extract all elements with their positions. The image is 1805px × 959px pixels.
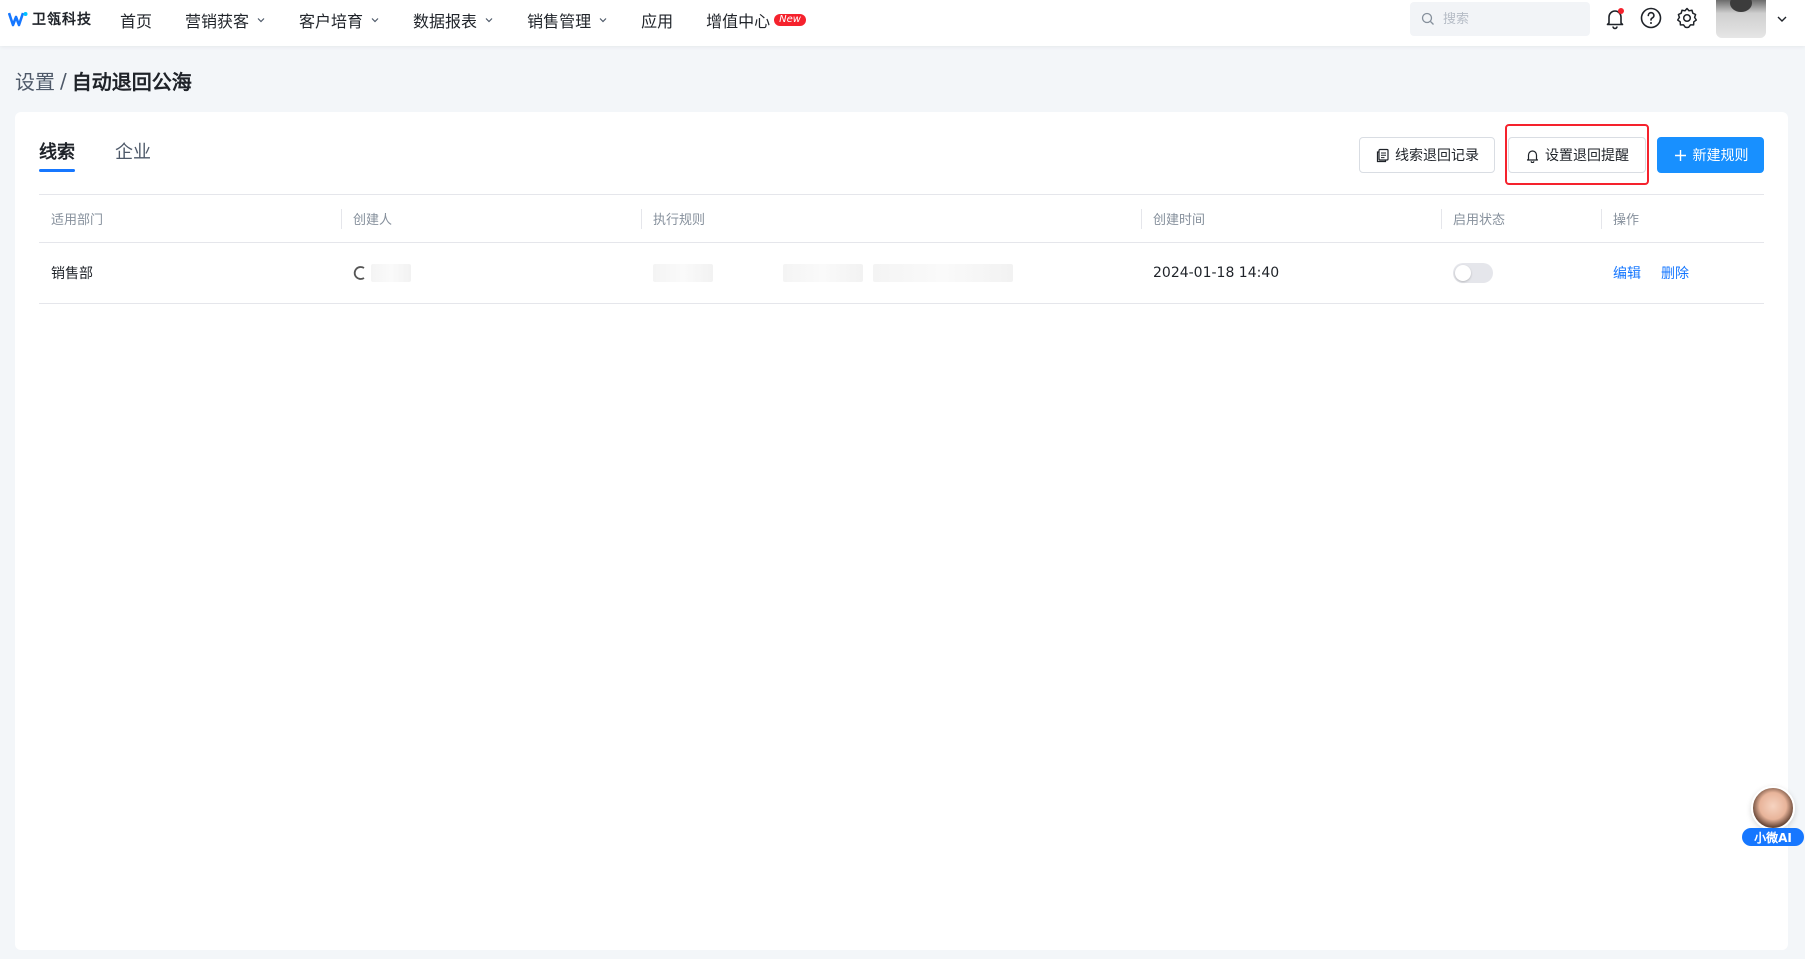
cell-created-time: 2024-01-18 14:40 bbox=[1153, 265, 1280, 281]
new-rule-button[interactable]: 新建规则 bbox=[1657, 137, 1764, 173]
column-header-actions: 操作 bbox=[1601, 195, 1764, 243]
help-icon[interactable] bbox=[1639, 6, 1663, 30]
user-menu[interactable] bbox=[1716, 0, 1804, 38]
table-row: 销售部 2024-01-18 14:40 编辑 删除 bbox=[39, 243, 1764, 304]
global-search bbox=[1410, 2, 1590, 36]
search-input[interactable] bbox=[1443, 11, 1573, 27]
bell-icon bbox=[1526, 149, 1539, 163]
tab-leads[interactable]: 线索 bbox=[39, 138, 75, 172]
nav-item-label: 数据报表 bbox=[413, 12, 478, 31]
redacted-rule-text bbox=[653, 264, 1013, 282]
redacted-segment bbox=[783, 264, 863, 282]
new-badge: New bbox=[774, 14, 806, 26]
tab-companies[interactable]: 企业 bbox=[115, 138, 151, 172]
nav-item-nurture[interactable]: 客户培育 bbox=[299, 8, 380, 32]
ai-assistant-launcher[interactable]: 小微AI bbox=[1742, 786, 1804, 846]
column-header-rule: 执行规则 bbox=[641, 195, 1141, 243]
nav-item-label: 应用 bbox=[641, 12, 674, 31]
column-header-created-time: 创建时间 bbox=[1141, 195, 1441, 243]
button-label: 新建规则 bbox=[1692, 148, 1749, 164]
brand-name: 卫瓴科技 bbox=[32, 12, 92, 28]
gear-icon[interactable] bbox=[1675, 6, 1699, 30]
nav-item-sales[interactable]: 销售管理 bbox=[527, 8, 608, 32]
breadcrumb-parent[interactable]: 设置 bbox=[15, 66, 55, 95]
redacted-creator-avatar bbox=[353, 266, 365, 280]
brand-logo-icon bbox=[8, 12, 28, 27]
redacted-creator-name bbox=[371, 264, 411, 282]
ai-assistant-avatar bbox=[1751, 786, 1795, 830]
chevron-down-icon bbox=[257, 18, 265, 23]
nav-item-label: 销售管理 bbox=[527, 12, 592, 31]
page-title: 自动退回公海 bbox=[71, 70, 192, 94]
column-header-creator: 创建人 bbox=[341, 195, 641, 243]
nav-item-label: 客户培育 bbox=[299, 12, 364, 31]
cell-rule bbox=[641, 243, 1141, 304]
plus-icon bbox=[1674, 149, 1686, 161]
nav-item-label: 营销获客 bbox=[185, 12, 250, 31]
cell-creator bbox=[341, 243, 641, 304]
nav-item-label: 首页 bbox=[120, 12, 153, 31]
redacted-segment bbox=[873, 264, 1013, 282]
cell-department: 销售部 bbox=[51, 266, 93, 282]
column-header-department: 适用部门 bbox=[51, 213, 104, 228]
nav-item-reports[interactable]: 数据报表 bbox=[413, 8, 494, 32]
breadcrumb-separator: / bbox=[60, 68, 67, 93]
return-records-button[interactable]: 线索退回记录 bbox=[1359, 137, 1495, 173]
brand-logo[interactable]: 卫瓴科技 bbox=[8, 9, 92, 29]
search-icon bbox=[1421, 12, 1434, 25]
table-header: 适用部门 创建人 执行规则 创建时间 启用状态 操作 bbox=[39, 195, 1764, 243]
avatar bbox=[1716, 0, 1766, 38]
bell-icon[interactable] bbox=[1603, 6, 1627, 30]
top-navigation-bar: 卫瓴科技 首页 营销获客 客户培育 数据报表 销售管理 应用 增值中心 New bbox=[0, 0, 1805, 46]
main-nav: 首页 营销获客 客户培育 数据报表 销售管理 应用 增值中心 New bbox=[120, 0, 839, 40]
nav-item-marketing[interactable]: 营销获客 bbox=[185, 8, 266, 32]
button-label: 线索退回记录 bbox=[1395, 148, 1479, 164]
chevron-down-icon bbox=[1777, 16, 1787, 22]
content-card: 线索 企业 线索退回记录 设置退回提醒 新建规则 适用部门 创建人 执行规则 创… bbox=[15, 112, 1788, 950]
edit-link[interactable]: 编辑 bbox=[1613, 263, 1641, 283]
nav-item-label: 增值中心 bbox=[706, 12, 771, 31]
nav-item-value-center[interactable]: 增值中心 New bbox=[706, 8, 806, 32]
chevron-down-icon bbox=[485, 18, 493, 23]
redacted-segment bbox=[653, 264, 713, 282]
breadcrumb: 设置 / 自动退回公海 bbox=[15, 66, 192, 95]
ai-assistant-label: 小微AI bbox=[1742, 828, 1804, 846]
cell-actions: 编辑 删除 bbox=[1601, 243, 1764, 304]
chevron-down-icon bbox=[371, 18, 379, 23]
button-label: 设置退回提醒 bbox=[1545, 148, 1629, 164]
nav-item-apps[interactable]: 应用 bbox=[641, 8, 673, 32]
column-header-status: 启用状态 bbox=[1441, 195, 1601, 243]
delete-link[interactable]: 删除 bbox=[1661, 263, 1689, 283]
document-copy-icon bbox=[1376, 148, 1389, 162]
chevron-down-icon bbox=[599, 18, 607, 23]
nav-item-home[interactable]: 首页 bbox=[120, 8, 152, 32]
toggle-knob bbox=[1455, 265, 1471, 281]
rules-table: 适用部门 创建人 执行规则 创建时间 启用状态 操作 销售部 2024-01-1… bbox=[39, 195, 1764, 304]
set-return-reminder-button[interactable]: 设置退回提醒 bbox=[1508, 137, 1646, 173]
cell-status bbox=[1441, 243, 1601, 304]
enable-toggle[interactable] bbox=[1453, 263, 1493, 283]
tab-bar: 线索 企业 bbox=[39, 138, 191, 172]
